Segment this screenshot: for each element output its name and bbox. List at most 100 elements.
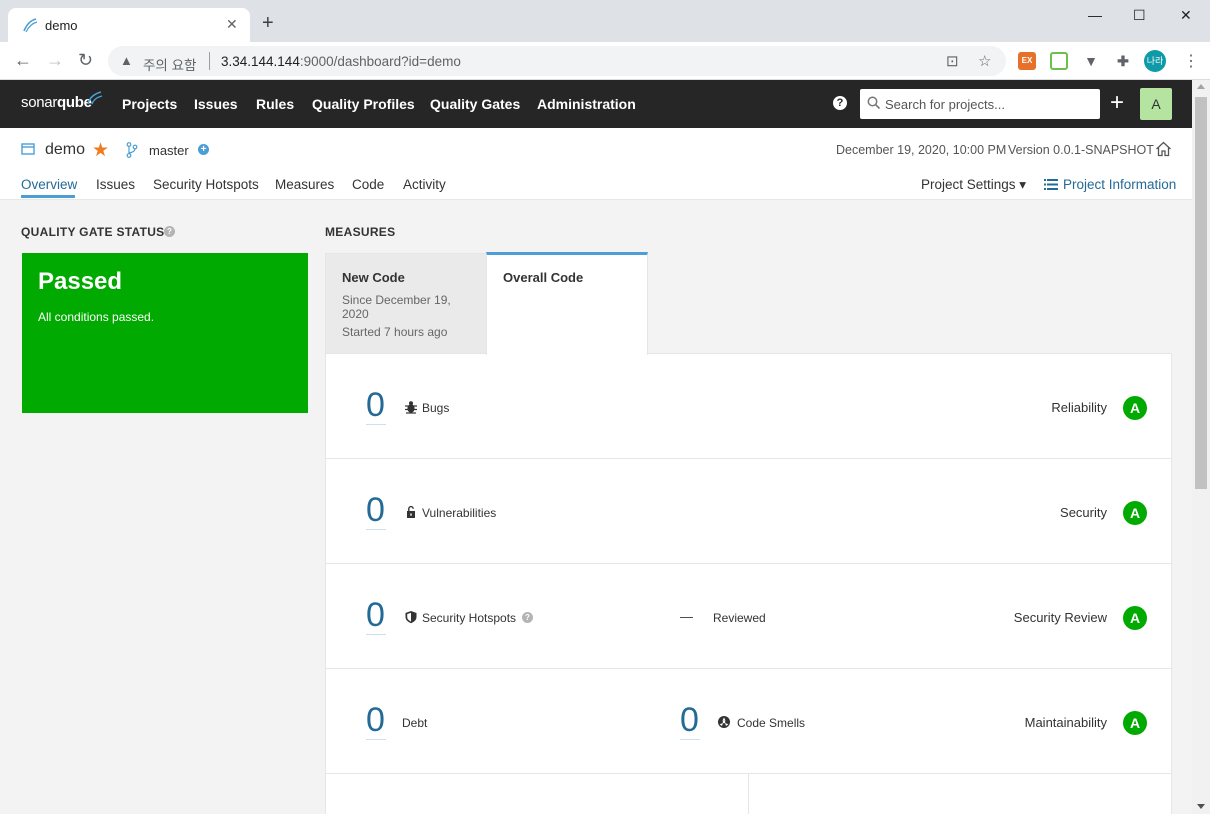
help-icon[interactable]: ? (833, 96, 847, 110)
search-icon (867, 96, 881, 110)
reviewed-value: — (680, 609, 693, 624)
reliability-rating[interactable]: A (1123, 396, 1147, 420)
measure-row-maintainability: 0 Debt 0 Code Smells Maintainability A (326, 669, 1171, 774)
sonarqube-favicon-icon (23, 18, 38, 33)
tab-issues[interactable]: Issues (96, 177, 135, 192)
project-search[interactable] (860, 89, 1100, 119)
forward-icon[interactable]: → (46, 50, 64, 70)
project-header: demo ★ master + December 19, 2020, 10:00… (0, 128, 1192, 200)
security-hotspots-help-icon[interactable]: ? (522, 612, 533, 623)
branch-name[interactable]: master (149, 143, 189, 158)
tab-new-code[interactable]: New Code Since December 19, 2020 Started… (325, 253, 487, 354)
vulnerabilities-count[interactable]: 0 (366, 492, 385, 528)
security-hotspots-label: Security Hotspots (422, 611, 517, 625)
tab-activity[interactable]: Activity (403, 177, 446, 192)
scroll-down-icon[interactable] (1197, 804, 1205, 809)
tab-close-icon[interactable]: ✕ (226, 16, 238, 33)
reliability-label: Reliability (1051, 400, 1107, 415)
measures-column-divider (748, 774, 749, 814)
reload-icon[interactable]: ↻ (78, 50, 93, 70)
security-label[interactable]: 주의 요함 (143, 54, 196, 74)
bugs-count[interactable]: 0 (366, 387, 385, 423)
quality-gate-help-icon[interactable]: ? (164, 226, 175, 237)
security-hotspots-count[interactable]: 0 (366, 597, 385, 633)
translate-icon[interactable]: ⊡ (946, 52, 959, 70)
tab-measures[interactable]: Measures (275, 177, 334, 192)
branch-icon (126, 142, 138, 158)
code-smells-count[interactable]: 0 (680, 702, 699, 738)
lock-icon (407, 505, 415, 518)
nav-issues[interactable]: Issues (194, 96, 238, 112)
security-rating[interactable]: A (1123, 501, 1147, 525)
nav-projects[interactable]: Projects (122, 96, 177, 112)
window-close-icon[interactable]: ✕ (1180, 7, 1192, 24)
project-info-icon (1044, 179, 1058, 190)
page-scrollbar[interactable] (1192, 80, 1210, 814)
code-smells-count-underline (680, 739, 700, 740)
profile-avatar[interactable]: 나라 (1144, 50, 1166, 72)
measure-row-security-hotspots: 0 Security Hotspots ? — Reviewed Securit… (326, 564, 1171, 669)
debt-label: Debt (402, 716, 428, 730)
tab-security-hotspots[interactable]: Security Hotspots (153, 177, 259, 192)
maintainability-rating[interactable]: A (1123, 711, 1147, 735)
scrollbar-thumb[interactable] (1195, 97, 1207, 489)
extensions-puzzle-icon[interactable]: ✚ (1114, 52, 1132, 70)
tab-overview[interactable]: Overview (21, 177, 77, 192)
home-icon[interactable] (1155, 141, 1172, 157)
browser-menu-icon[interactable]: ⋮ (1183, 51, 1199, 71)
tab-code[interactable]: Code (352, 177, 384, 192)
tab-overall-code[interactable]: Overall Code (486, 252, 648, 355)
debt-value-underline (366, 739, 386, 740)
active-tab-indicator (21, 195, 75, 198)
new-code-label: New Code (342, 270, 405, 285)
omnibox-divider (209, 52, 210, 70)
security-review-rating[interactable]: A (1123, 606, 1147, 630)
sonarqube-logo[interactable]: sonarqube (21, 94, 92, 111)
project-information-link[interactable]: Project Information (1063, 177, 1176, 192)
minimize-icon[interactable]: — (1088, 7, 1102, 23)
nav-rules[interactable]: Rules (256, 96, 294, 112)
shield-icon (405, 611, 417, 624)
extension-ex-icon[interactable]: EX (1018, 52, 1036, 70)
code-smell-icon (718, 716, 730, 728)
maximize-icon[interactable]: ☐ (1133, 7, 1146, 24)
code-smells-label: Code Smells (737, 716, 806, 730)
search-input[interactable] (885, 94, 1090, 114)
nav-quality-gates[interactable]: Quality Gates (430, 96, 520, 112)
quality-gate-description: All conditions passed. (38, 310, 155, 324)
bookmark-star-icon[interactable]: ☆ (978, 52, 991, 70)
overall-code-label: Overall Code (503, 270, 584, 285)
back-icon[interactable]: ← (14, 50, 32, 70)
project-settings-dropdown[interactable]: Project Settings ▾ (921, 177, 1026, 193)
analysis-date: December 19, 2020, 10:00 PM (836, 143, 1007, 157)
measures-panel: 0 Bugs Reliability A 0 Vulnerabilities S… (325, 353, 1172, 814)
project-name[interactable]: demo (45, 141, 85, 159)
add-branch-icon[interactable]: + (198, 144, 209, 155)
create-plus-icon[interactable]: + (1110, 89, 1124, 117)
scroll-up-icon[interactable] (1197, 84, 1205, 89)
extension-green-icon[interactable] (1050, 52, 1068, 70)
debt-value[interactable]: 0 (366, 702, 385, 738)
security-hotspots-count-underline (366, 634, 386, 635)
new-tab-icon[interactable]: + (262, 13, 274, 33)
nav-administration[interactable]: Administration (537, 96, 636, 112)
vulnerabilities-label: Vulnerabilities (422, 506, 497, 520)
measures-title: MEASURES (325, 225, 396, 239)
maintainability-label: Maintainability (1024, 715, 1107, 730)
vulnerabilities-count-underline (366, 529, 386, 530)
security-label: Security (1060, 505, 1107, 520)
address-bar[interactable]: ▲ 주의 요함 3.34.144.144:9000/dashboard?id=d… (108, 46, 1006, 76)
reviewed-label: Reviewed (713, 611, 766, 625)
extension-v-icon[interactable]: ▼ (1082, 52, 1100, 70)
favorite-star-icon[interactable]: ★ (92, 139, 109, 162)
url-text[interactable]: 3.34.144.144:9000/dashboard?id=demo (221, 54, 461, 69)
sonarqube-logo-icon (87, 91, 103, 105)
warning-icon[interactable]: ▲ (120, 53, 133, 68)
new-code-since: Since December 19, 2020 (342, 293, 451, 321)
nav-quality-profiles[interactable]: Quality Profiles (312, 96, 415, 112)
tab-title: demo (45, 18, 78, 33)
measure-row-bugs: 0 Bugs Reliability A (326, 354, 1171, 459)
user-avatar[interactable]: A (1140, 88, 1172, 120)
bugs-count-underline (366, 424, 386, 425)
browser-tab[interactable]: demo ✕ (8, 8, 250, 42)
